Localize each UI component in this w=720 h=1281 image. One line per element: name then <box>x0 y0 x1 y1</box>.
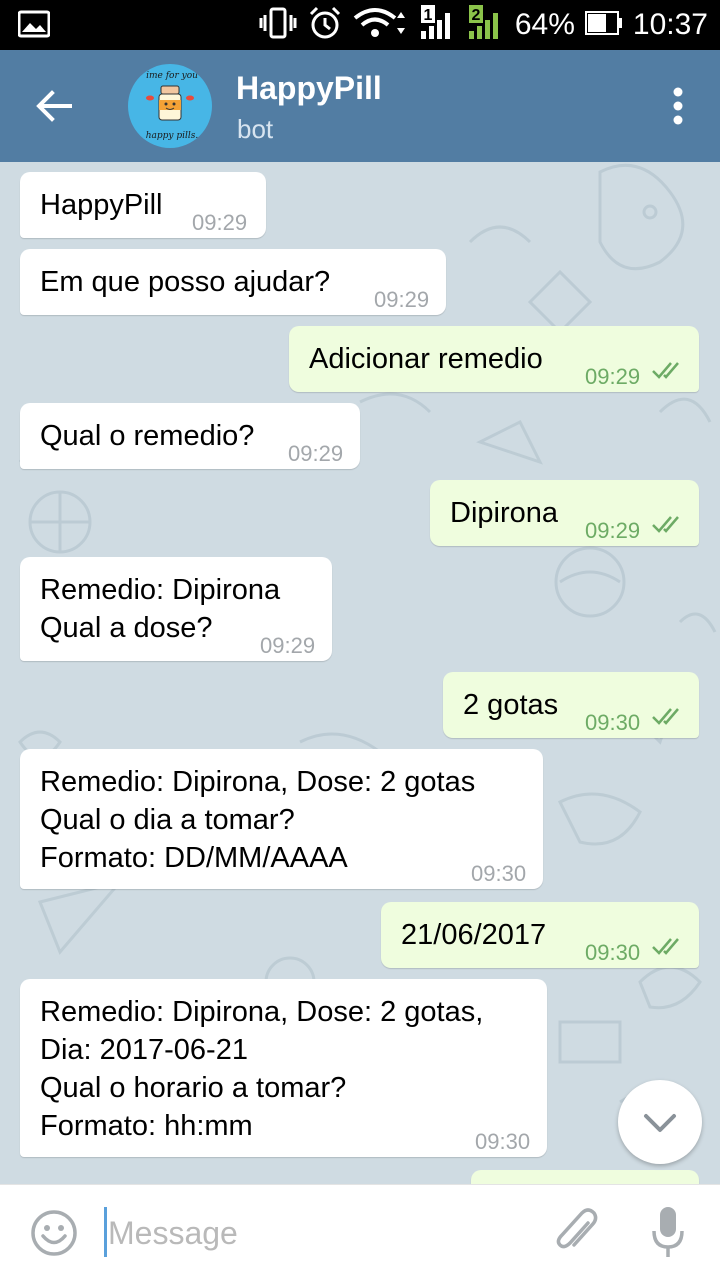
double-check-icon <box>652 516 679 533</box>
chat-title[interactable]: HappyPill <box>236 70 382 107</box>
message-outgoing-partial[interactable] <box>471 1170 699 1184</box>
double-check-icon <box>652 938 679 955</box>
message-time: 09:29 <box>585 364 641 389</box>
avatar[interactable]: ime for you happy pills. <box>128 64 212 148</box>
double-check-icon <box>652 708 679 725</box>
signal-sim1-icon: 1 <box>419 4 457 46</box>
message-time: 09:29 <box>288 441 344 466</box>
message-time: 09:29 <box>192 210 248 235</box>
chevron-down-icon <box>644 1114 676 1132</box>
message-text: Remedio: Dipirona Qual a dose? <box>40 574 281 644</box>
message-text: Em que posso ajudar? <box>40 266 331 298</box>
mic-icon[interactable] <box>650 1205 686 1261</box>
signal-sim2-icon: 2 <box>467 4 505 46</box>
chat-subtitle: bot <box>237 114 274 144</box>
message-outgoing[interactable]: Dipirona 09:29 <box>430 480 699 546</box>
message-incoming[interactable]: Remedio: Dipirona, Dose: 2 gotas Qual o … <box>20 749 543 889</box>
wifi-icon <box>353 6 409 45</box>
emoji-icon[interactable] <box>30 1209 78 1257</box>
message-composer <box>0 1184 720 1281</box>
message-time: 09:30 <box>475 1129 531 1154</box>
svg-text:2: 2 <box>471 7 480 24</box>
message-time: 09:30 <box>585 940 641 965</box>
attach-icon[interactable] <box>554 1207 600 1257</box>
battery-percent: 64% <box>514 8 575 41</box>
vibrate-icon <box>259 6 297 45</box>
message-time: 09:30 <box>471 861 527 886</box>
message-outgoing[interactable]: Adicionar remedio 09:29 <box>289 326 699 392</box>
message-time: 09:29 <box>585 518 641 543</box>
message-text: Adicionar remedio <box>309 343 543 375</box>
message-incoming[interactable]: Em que posso ajudar? 09:29 <box>20 249 446 315</box>
gallery-notification-icon <box>17 10 51 43</box>
message-text: Dipirona <box>450 497 558 529</box>
message-time: 09:29 <box>260 633 316 658</box>
message-outgoing[interactable]: 2 gotas 09:30 <box>443 672 699 738</box>
svg-text:1: 1 <box>423 7 432 24</box>
scroll-down-button[interactable] <box>618 1080 702 1164</box>
chat-header: ime for you happy pills. HappyPill bot <box>0 50 720 162</box>
message-list[interactable]: HappyPill 09:29 Em que posso ajudar? 09:… <box>0 162 720 1184</box>
message-text: Remedio: Dipirona, Dose: 2 gotas Qual o … <box>40 766 476 874</box>
message-outgoing[interactable]: 21/06/2017 09:30 <box>381 902 699 968</box>
status-time: 10:37 <box>632 8 708 41</box>
message-input[interactable] <box>108 1213 528 1253</box>
double-check-icon <box>652 362 679 379</box>
more-vert-icon[interactable] <box>672 86 684 126</box>
message-incoming[interactable]: Remedio: Dipirona Qual a dose? 09:29 <box>20 557 332 661</box>
back-arrow-icon[interactable] <box>34 88 74 124</box>
message-text: HappyPill <box>40 189 163 221</box>
message-incoming[interactable]: Remedio: Dipirona, Dose: 2 gotas, Dia: 2… <box>20 979 547 1157</box>
status-bar: 1 2 64% 10:37 <box>0 0 720 50</box>
message-text: Qual o remedio? <box>40 420 255 452</box>
message-text: Remedio: Dipirona, Dose: 2 gotas, Dia: 2… <box>40 996 484 1142</box>
battery-icon <box>584 10 623 41</box>
svg-text:happy pills.: happy pills. <box>146 131 199 141</box>
svg-text:ime for you: ime for you <box>146 71 198 81</box>
message-text: 2 gotas <box>463 689 559 721</box>
text-cursor <box>104 1207 107 1257</box>
message-text: 21/06/2017 <box>401 919 547 951</box>
message-time: 09:29 <box>374 287 430 312</box>
message-incoming[interactable]: Qual o remedio? 09:29 <box>20 403 360 469</box>
alarm-icon <box>307 5 343 46</box>
message-time: 09:30 <box>585 710 641 735</box>
message-incoming[interactable]: HappyPill 09:29 <box>20 172 266 238</box>
